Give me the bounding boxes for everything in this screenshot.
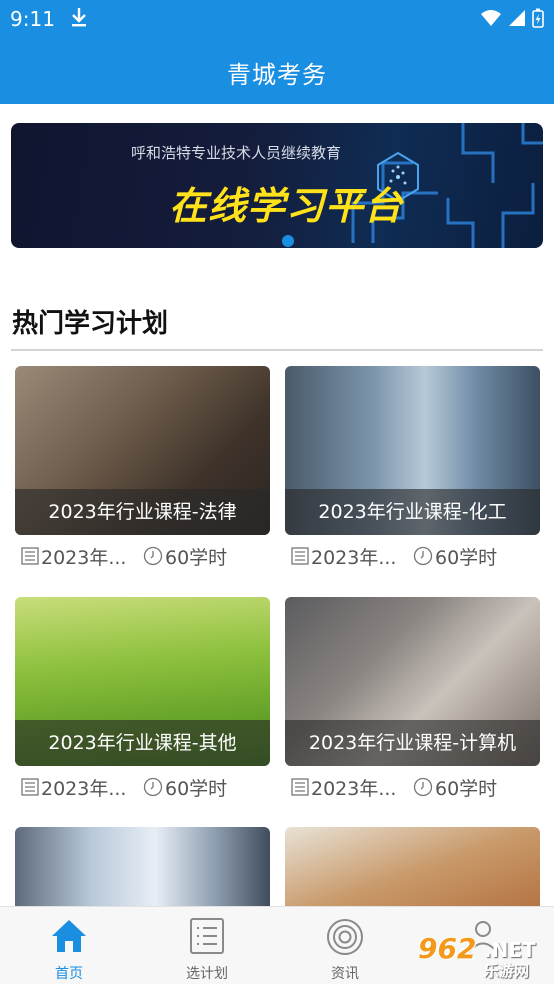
banner-subtitle: 呼和浩特专业技术人员继续教育 — [131, 144, 342, 162]
plan-card-title: 2023年行业课程-其他 — [15, 720, 270, 766]
system-icons — [480, 8, 544, 28]
plan-card-title: 2023年行业课程-化工 — [285, 489, 540, 535]
list-icon — [190, 918, 224, 954]
banner-carousel[interactable]: 呼和浩特专业技术人员继续教育 在线学习平台 — [11, 123, 543, 248]
signal-icon — [509, 10, 525, 26]
app-bar: 青城考务 — [0, 36, 554, 104]
banner-headline: 在线学习平台 — [169, 184, 404, 228]
plan-card-date: 2023年... — [41, 546, 127, 569]
tab-plans[interactable]: 选计划 — [138, 907, 276, 984]
wifi-icon — [481, 10, 501, 26]
clock-icon — [413, 777, 433, 797]
home-icon — [52, 920, 86, 952]
carousel-indicator[interactable] — [282, 235, 294, 247]
plan-card[interactable]: 2023年行业课程-化工 2023年... 60学时 — [285, 366, 540, 569]
download-icon — [70, 6, 88, 32]
plan-card-date: 2023年... — [311, 546, 397, 569]
clock-icon — [143, 777, 163, 797]
plan-card-meta: 2023年... 60学时 — [291, 541, 541, 571]
list-icon — [21, 547, 39, 565]
plan-card-date: 2023年... — [41, 777, 127, 800]
plan-card-image[interactable]: 2023年行业课程-其他 — [15, 597, 270, 766]
plan-card[interactable]: 2023年行业课程-其他 2023年... 60学时 — [15, 597, 270, 800]
list-icon — [21, 778, 39, 796]
plan-card-image[interactable]: 2023年行业课程-计算机 — [285, 597, 540, 766]
tab-news[interactable]: 资讯 — [276, 907, 414, 984]
plan-card-image[interactable]: 2023年行业课程-化工 — [285, 366, 540, 535]
plan-card-hours: 60学时 — [165, 777, 228, 800]
list-icon — [291, 778, 309, 796]
plan-card-title: 2023年行业课程-计算机 — [285, 720, 540, 766]
plan-card-hours: 60学时 — [165, 546, 228, 569]
watermark-logo: 962 .NET 乐游网 — [414, 930, 550, 980]
section-title: 热门学习计划 — [12, 309, 169, 339]
tab-home-label: 首页 — [55, 966, 83, 982]
plan-card-image[interactable]: 2023年行业课程-法律 — [15, 366, 270, 535]
watermark-site: 乐游网 — [484, 962, 530, 980]
plan-card-meta: 2023年... 60学时 — [291, 772, 541, 802]
watermark-net: .NET — [484, 938, 536, 962]
plan-card-date: 2023年... — [311, 777, 397, 800]
tab-plans-label: 选计划 — [186, 966, 228, 982]
watermark-number: 962 — [418, 932, 477, 965]
news-icon — [327, 919, 363, 955]
tab-news-label: 资讯 — [331, 966, 359, 982]
list-icon — [291, 547, 309, 565]
plan-card[interactable]: 2023年行业课程-法律 2023年... 60学时 — [15, 366, 270, 569]
tab-home[interactable]: 首页 — [0, 907, 138, 984]
clock-icon — [143, 546, 163, 566]
plan-card-meta: 2023年... 60学时 — [21, 541, 271, 571]
clock-icon — [413, 546, 433, 566]
plan-card[interactable]: 2023年行业课程-计算机 2023年... 60学时 — [285, 597, 540, 800]
app-title: 青城考务 — [227, 61, 327, 89]
section-divider — [11, 349, 543, 351]
plan-card-hours: 60学时 — [435, 546, 498, 569]
status-bar: 9:11 — [0, 0, 554, 36]
status-time: 9:11 — [10, 7, 55, 31]
plan-card-meta: 2023年... 60学时 — [21, 772, 271, 802]
battery-icon — [532, 8, 544, 28]
plan-card-title: 2023年行业课程-法律 — [15, 489, 270, 535]
plan-card-hours: 60学时 — [435, 777, 498, 800]
